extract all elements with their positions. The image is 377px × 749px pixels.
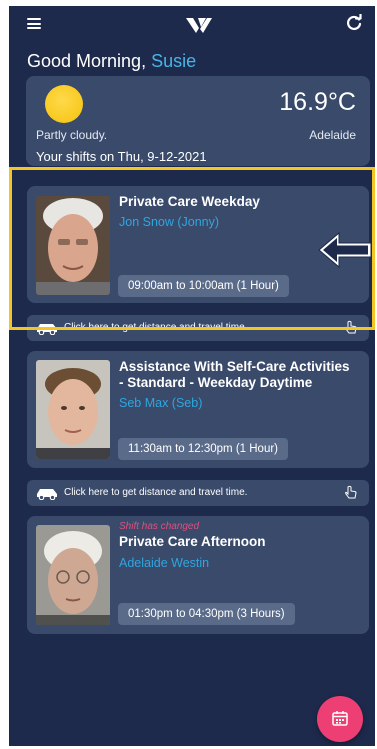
shift-changed-notice: Shift has changed — [119, 521, 200, 532]
travel-info-label: Click here to get distance and travel ti… — [64, 487, 248, 498]
client-avatar — [36, 360, 110, 459]
client-avatar — [36, 525, 110, 625]
user-name: Susie — [151, 51, 197, 71]
app-screen: Good Morning, Susie 16.9°C Partly cloudy.… — [9, 6, 375, 746]
greeting-text: Good Morning, — [27, 51, 147, 71]
shift-time: 09:00am to 10:00am (1 Hour) — [118, 275, 289, 297]
client-name[interactable]: Adelaide Westin — [119, 556, 209, 570]
shift-title: Assistance With Self-Care Activities - S… — [119, 359, 361, 391]
shift-time: 01:30pm to 04:30pm (3 Hours) — [118, 603, 295, 625]
weather-card: 16.9°C Partly cloudy. Adelaide Your shif… — [26, 76, 370, 166]
weather-location: Adelaide — [309, 128, 356, 142]
calendar-button[interactable] — [317, 696, 363, 742]
hamburger-menu-icon[interactable] — [27, 18, 41, 29]
shifts-date-label: Your shifts on Thu, 9-12-2021 — [36, 149, 207, 164]
shift-title: Private Care Afternoon — [119, 534, 266, 549]
tap-hand-icon — [345, 320, 357, 334]
refresh-icon[interactable] — [345, 14, 363, 32]
left-arrow-icon — [318, 231, 372, 269]
client-name[interactable]: Jon Snow (Jonny) — [119, 215, 219, 229]
shift-card-private-care-afternoon[interactable]: Shift has changed Private Care Afternoon… — [27, 516, 369, 634]
sun-icon — [45, 85, 83, 123]
top-bar — [9, 6, 375, 42]
greeting: Good Morning, Susie — [27, 51, 196, 72]
travel-info-bar[interactable]: Click here to get distance and travel ti… — [27, 480, 369, 506]
tap-hand-icon — [345, 485, 357, 499]
shift-time: 11:30am to 12:30pm (1 Hour) — [118, 438, 289, 460]
temperature: 16.9°C — [279, 88, 356, 116]
travel-info-label: Click here to get distance and travel ti… — [64, 322, 248, 333]
travel-info-bar[interactable]: Click here to get distance and travel ti… — [27, 315, 369, 341]
shift-title-line-1: Assistance With Self-Care Activities — [119, 359, 350, 374]
client-avatar — [36, 196, 110, 295]
shift-title: Private Care Weekday — [119, 194, 260, 209]
weather-condition: Partly cloudy. — [36, 128, 108, 142]
calendar-icon — [332, 711, 348, 726]
shift-card-self-care[interactable]: Assistance With Self-Care Activities - S… — [27, 351, 369, 468]
app-logo-icon — [186, 18, 212, 33]
shift-title-line-2: - Standard - Weekday Daytime — [119, 375, 313, 390]
car-icon — [37, 489, 57, 500]
car-icon — [37, 324, 57, 335]
client-name[interactable]: Seb Max (Seb) — [119, 396, 202, 410]
